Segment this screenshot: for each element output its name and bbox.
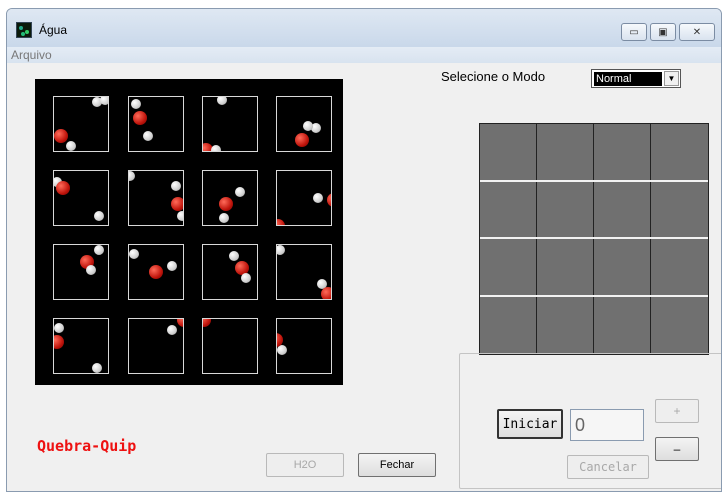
puzzle-tile[interactable] [128,170,184,226]
puzzle-tile[interactable] [202,318,258,374]
puzzle-board [35,79,343,385]
menu-bar: Arquivo [7,47,721,63]
puzzle-tile[interactable] [202,170,258,226]
molecule-app-icon [16,22,32,38]
menu-arquivo[interactable]: Arquivo [11,48,52,62]
puzzle-tile[interactable] [276,244,332,300]
puzzle-tile[interactable] [276,318,332,374]
app-window: Água ▭ ▣ ✕ Arquivo Selecione o Modo Norm… [6,8,722,492]
puzzle-tile[interactable] [53,318,109,374]
target-grid [479,123,709,355]
puzzle-tile[interactable] [128,244,184,300]
puzzle-tile[interactable] [128,96,184,152]
decrement-button[interactable]: – [655,437,699,461]
puzzle-tile[interactable] [53,244,109,300]
increment-button[interactable]: + [655,399,699,423]
minimize-button[interactable]: ▭ [621,23,647,41]
puzzle-tile[interactable] [53,170,109,226]
mode-selected-value: Normal [594,72,662,86]
mode-select[interactable]: Normal ▼ [591,69,681,88]
counter-field[interactable]: 0 [570,409,644,441]
h2o-button[interactable]: H2O [266,453,344,477]
brand-label: Quebra-Quip [37,437,137,455]
fechar-button[interactable]: Fechar [358,453,436,477]
puzzle-tile[interactable] [128,318,184,374]
close-button[interactable]: ✕ [679,23,715,41]
chevron-down-icon[interactable]: ▼ [664,71,679,86]
title-bar[interactable]: Água ▭ ▣ ✕ [7,9,721,47]
iniciar-button[interactable]: Iniciar [497,409,563,439]
mode-label: Selecione o Modo [441,69,546,84]
cancelar-button[interactable]: Cancelar [567,455,649,479]
puzzle-tile[interactable] [202,244,258,300]
puzzle-tile[interactable] [276,170,332,226]
puzzle-tile[interactable] [53,96,109,152]
puzzle-tile[interactable] [202,96,258,152]
puzzle-tile[interactable] [276,96,332,152]
maximize-button[interactable]: ▣ [650,23,676,41]
window-title: Água [39,23,68,37]
